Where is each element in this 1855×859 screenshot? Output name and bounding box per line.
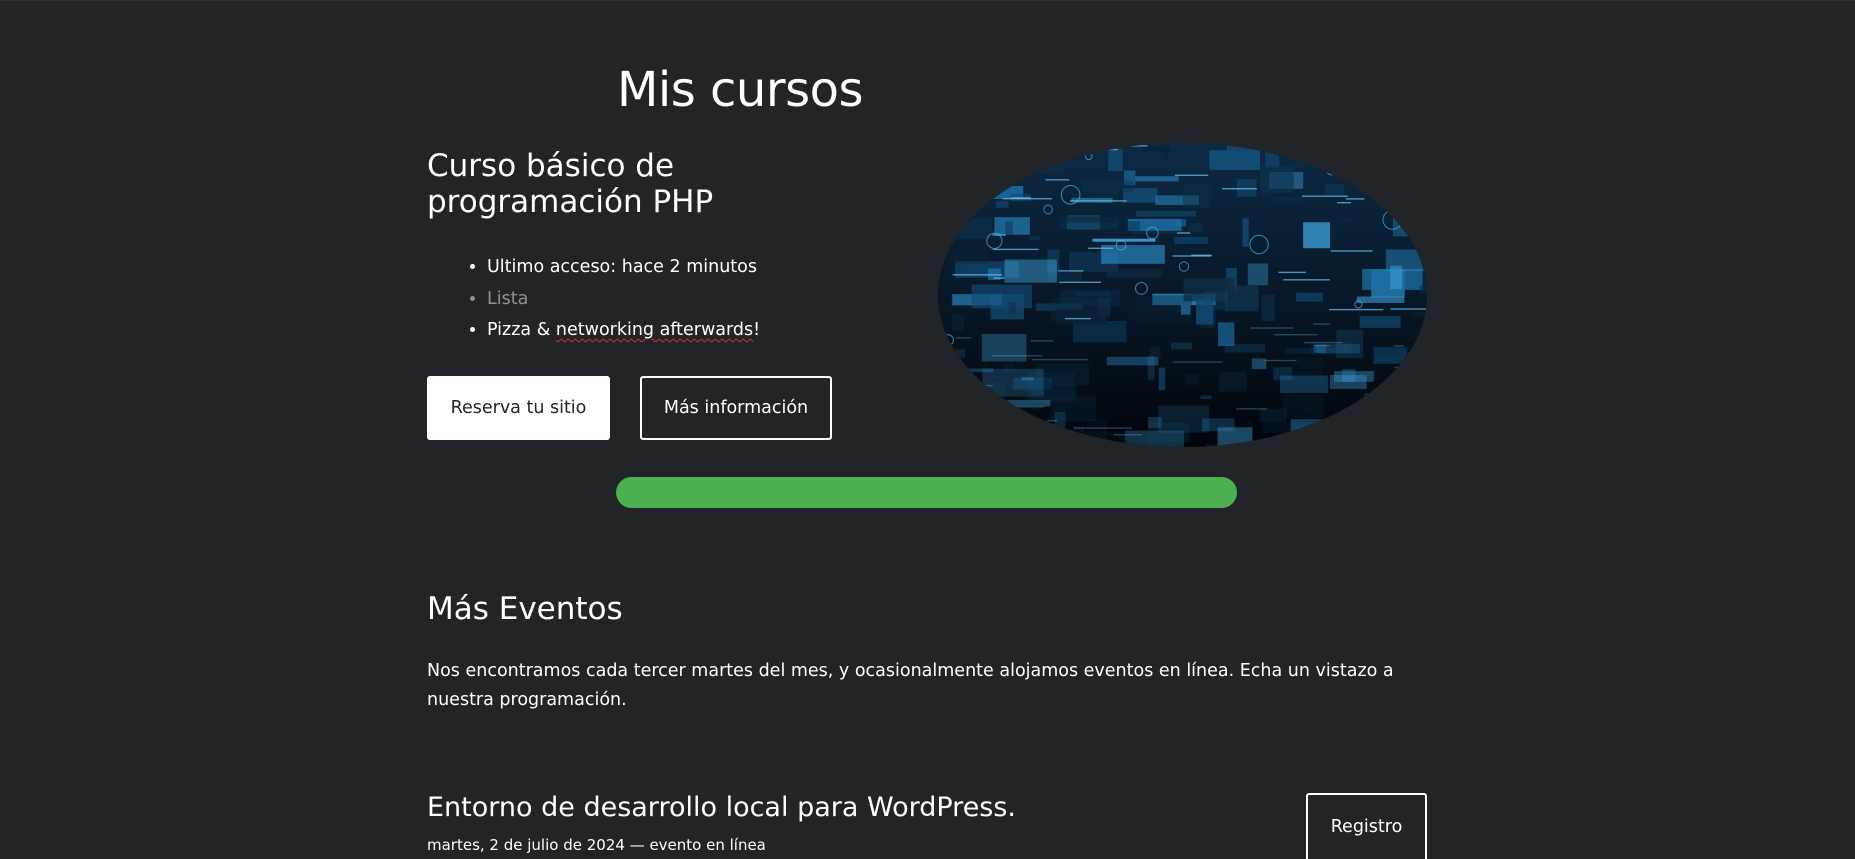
reserve-button[interactable]: Reserva tu sitio: [427, 376, 610, 440]
event-title[interactable]: Entorno de desarrollo local para WordPre…: [427, 790, 1016, 826]
course-progress-bar: [616, 477, 1237, 508]
event-meta: martes, 2 de julio de 2024 — evento en l…: [427, 836, 766, 854]
course-progress-fill: [616, 477, 1237, 508]
course-note-prefix: Pizza &: [487, 320, 556, 340]
course-note-suffix: !: [753, 320, 761, 340]
events-description: Nos encontramos cada tercer martes del m…: [427, 661, 1394, 710]
events-section-title: Más Eventos: [427, 591, 623, 627]
register-button[interactable]: Registro: [1306, 793, 1427, 859]
course-list-link[interactable]: Lista: [487, 284, 760, 316]
dashboard-screens-image: [938, 143, 1427, 447]
course-note: Pizza & networking afterwards!: [487, 315, 760, 347]
course-last-access: Ultimo acceso: hace 2 minutos: [487, 252, 760, 284]
top-border: [0, 0, 1855, 1]
course-note-misspelled: networking afterwards: [555, 320, 754, 340]
more-info-button[interactable]: Más información: [640, 376, 832, 440]
course-details-list: Ultimo acceso: hace 2 minutos Lista Pizz…: [427, 252, 760, 347]
page-title: Mis cursos: [617, 62, 863, 118]
course-title: Curso básico de programación PHP: [427, 148, 714, 220]
course-image: [938, 143, 1427, 447]
